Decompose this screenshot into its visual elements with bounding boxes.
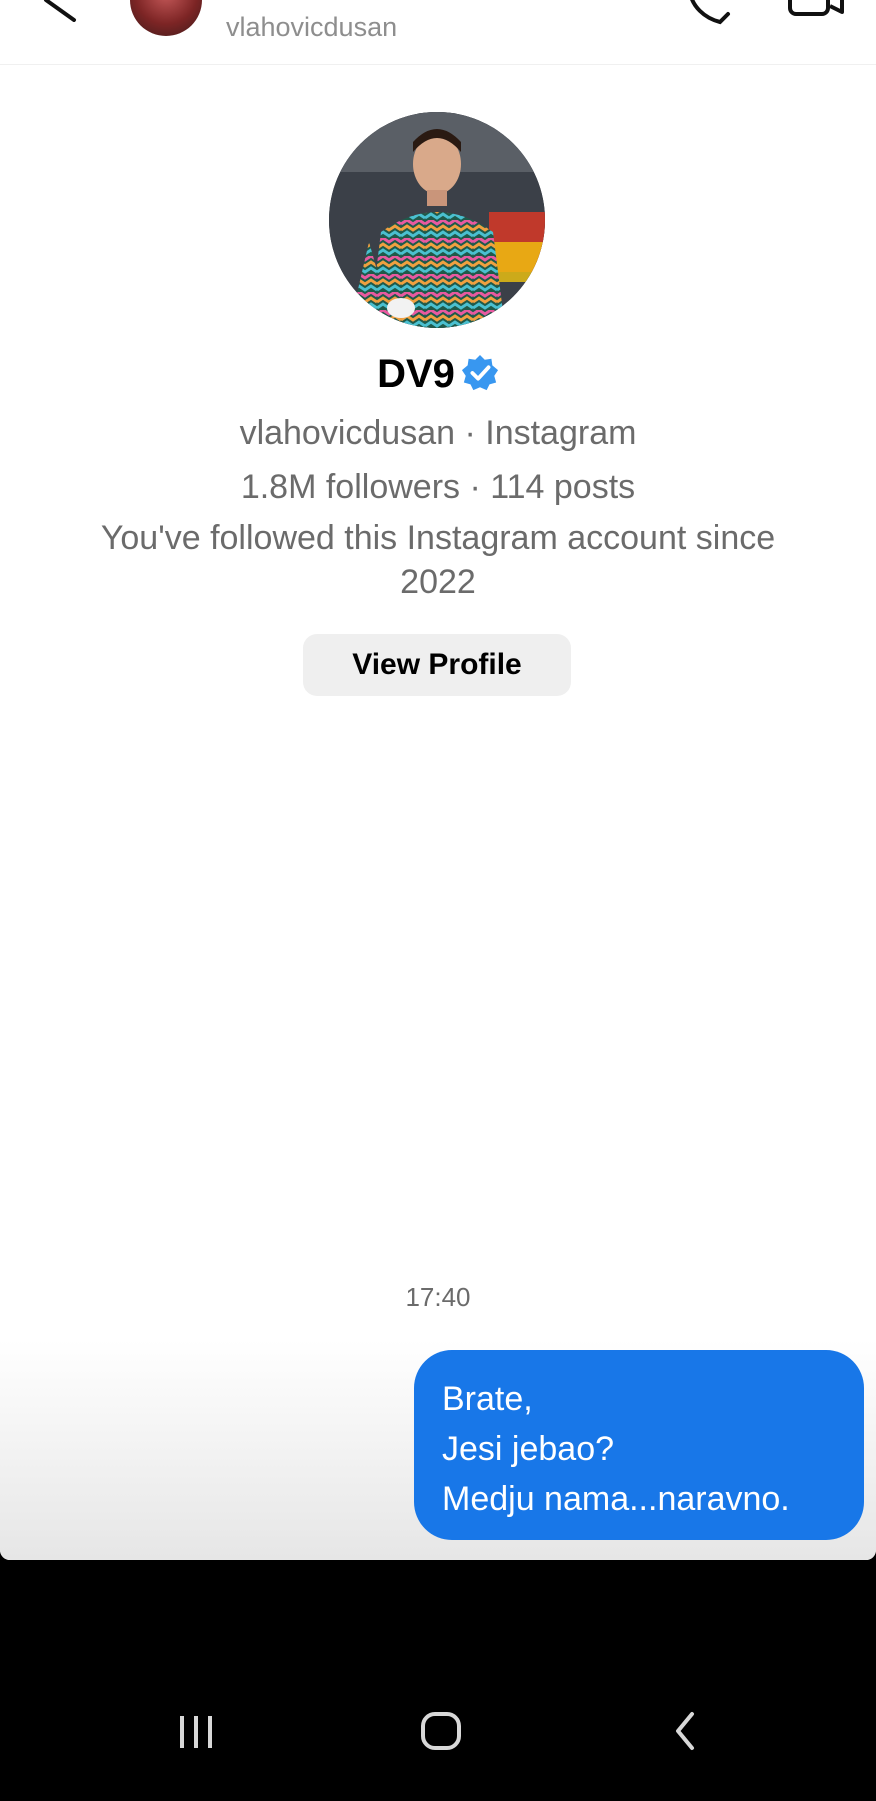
back-arrow-icon[interactable]	[40, 0, 80, 22]
system-navigation-bar	[0, 1700, 876, 1801]
back-icon[interactable]	[656, 1700, 716, 1760]
profile-photo	[329, 112, 545, 328]
profile-display-name: DV9	[0, 352, 876, 397]
followed-since-line-2: 2022	[400, 563, 476, 601]
chat-screen: vlahovicdusan DV9 vlahovicdusan · Instag…	[0, 0, 876, 1560]
message-timestamp: 17:40	[405, 1282, 471, 1312]
profile-source-line: vlahovicdusan · Instagram	[239, 414, 637, 452]
recent-apps-icon[interactable]	[166, 1700, 226, 1760]
sent-message-bubble[interactable]: Brate, Jesi jebao? Medju nama...naravno.	[414, 1350, 864, 1540]
verified-badge-icon	[461, 355, 498, 391]
video-call-icon[interactable]	[786, 0, 846, 24]
header-avatar[interactable]	[130, 0, 202, 36]
phone-call-icon[interactable]	[680, 0, 736, 28]
profile-stats-line: 1.8M followers · 114 posts	[240, 468, 636, 506]
home-icon[interactable]	[411, 1700, 471, 1760]
message-line-2: Jesi jebao?	[442, 1430, 615, 1468]
chat-header: vlahovicdusan	[0, 0, 876, 65]
followed-since-text: You've followed this Instagram account s…	[30, 516, 846, 604]
view-profile-button[interactable]: View Profile	[303, 634, 571, 696]
header-username[interactable]: vlahovicdusan	[226, 12, 397, 43]
profile-avatar[interactable]	[329, 112, 545, 328]
message-line-3: Medju nama...naravno.	[442, 1480, 790, 1518]
followed-since-line-1: You've followed this Instagram account s…	[100, 519, 776, 557]
display-name-text: DV9	[377, 352, 455, 396]
message-line-1: Brate,	[442, 1380, 533, 1418]
